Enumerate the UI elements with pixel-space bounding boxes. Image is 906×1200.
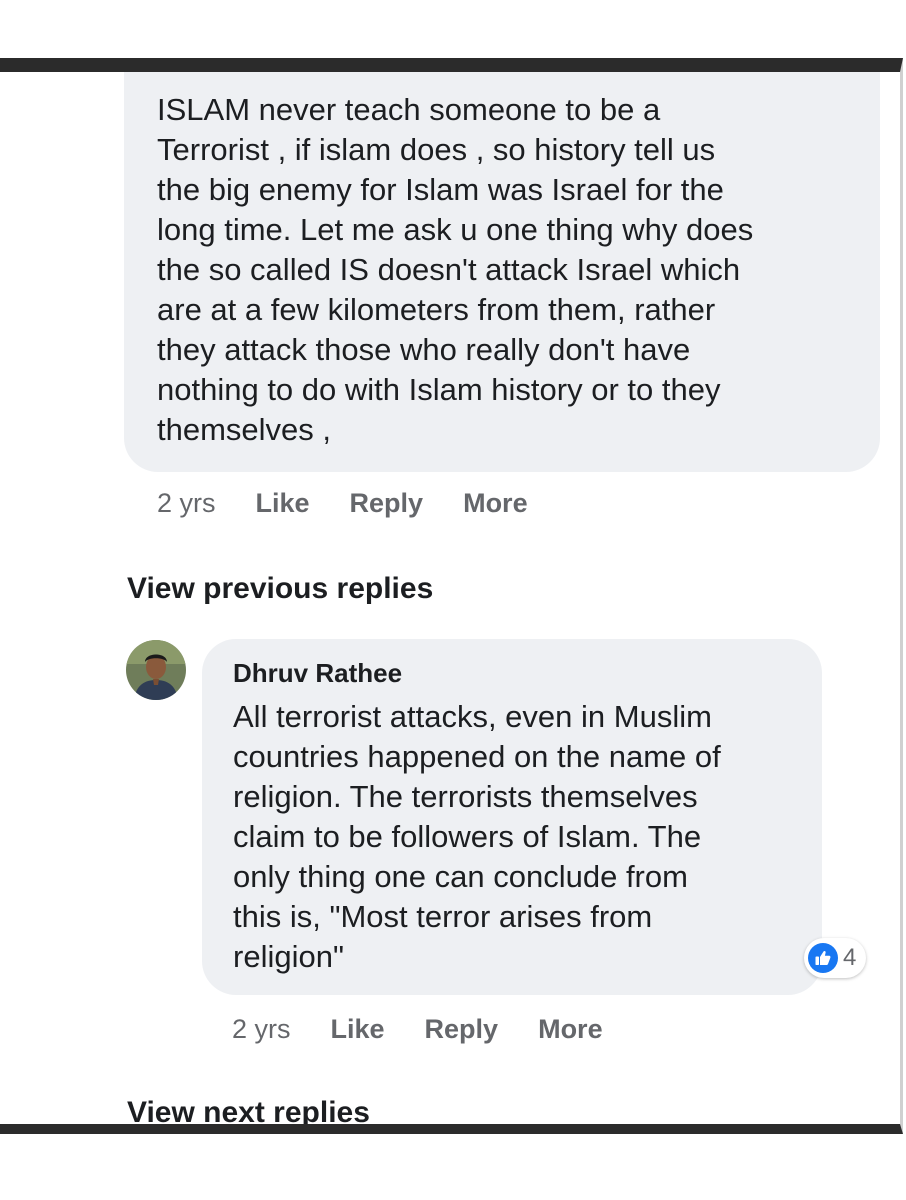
thumbs-up-icon (808, 943, 838, 973)
like-button[interactable]: Like (256, 488, 310, 519)
reply-bubble: Dhruv Rathee All terrorist attacks, even… (202, 639, 822, 995)
more-button[interactable]: More (463, 488, 528, 519)
avatar[interactable] (126, 640, 186, 700)
comment-thread: ISLAM never teach someone to be a Terror… (0, 58, 903, 1134)
reply-button[interactable]: Reply (425, 1014, 499, 1045)
comment-bubble: ISLAM never teach someone to be a Terror… (124, 72, 880, 472)
view-next-replies-link[interactable]: View next replies (127, 1096, 370, 1124)
reply-author-name[interactable]: Dhruv Rathee (233, 658, 794, 689)
view-previous-replies-link[interactable]: View previous replies (127, 572, 433, 606)
reply-timestamp[interactable]: 2 yrs (232, 1014, 291, 1045)
profile-photo (126, 640, 186, 700)
comment-timestamp[interactable]: 2 yrs (157, 488, 216, 519)
reaction-count: 4 (843, 944, 857, 971)
reply-actions: 2 yrs Like Reply More (232, 1014, 643, 1045)
more-button[interactable]: More (538, 1014, 603, 1045)
like-button[interactable]: Like (331, 1014, 385, 1045)
comment-actions: 2 yrs Like Reply More (157, 488, 568, 519)
reply-text: All terrorist attacks, even in Muslim co… (233, 699, 721, 974)
reaction-summary[interactable]: 4 (804, 938, 867, 978)
comment-text: ISLAM never teach someone to be a Terror… (157, 92, 754, 447)
reply-button[interactable]: Reply (350, 488, 424, 519)
